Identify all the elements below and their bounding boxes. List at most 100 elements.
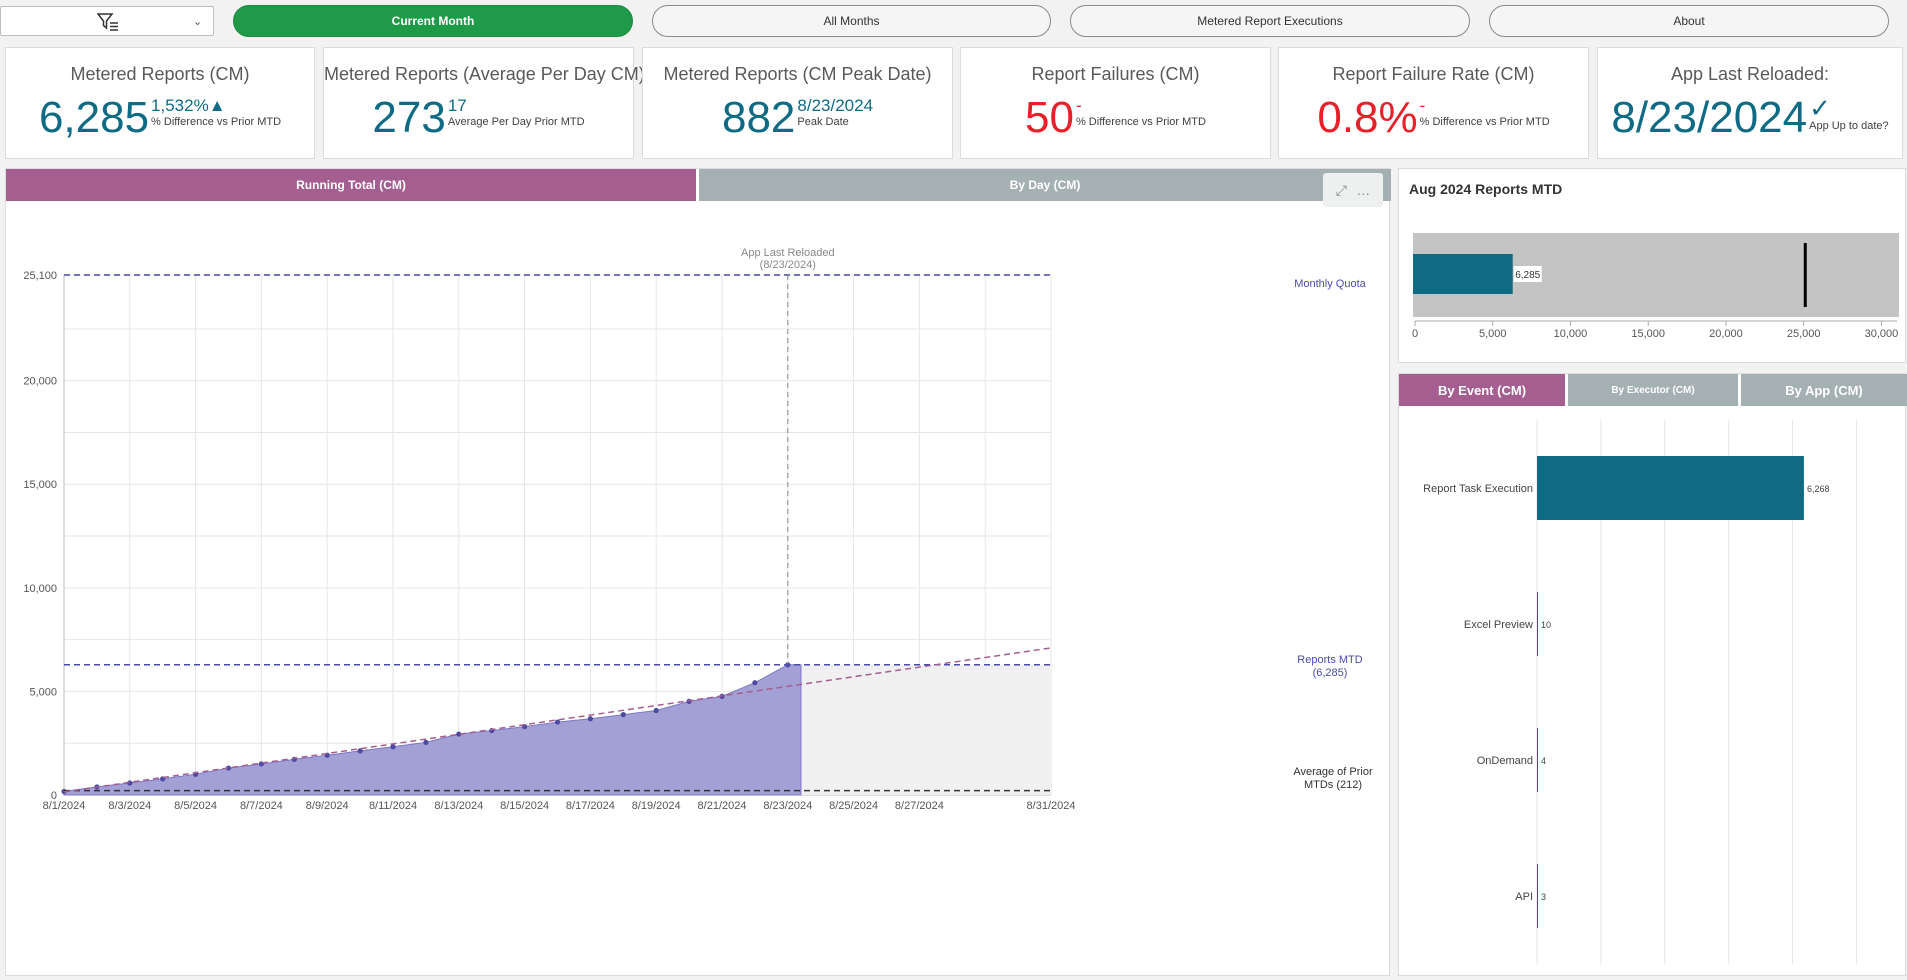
- kpi-title: Metered Reports (CM Peak Date): [663, 64, 932, 84]
- kpi-sub-value: 8/23/2024: [797, 96, 874, 115]
- kpi-caption: % Difference vs Prior MTD: [1419, 116, 1550, 128]
- data-point: [620, 712, 626, 718]
- monthly-quota-label: Monthly Quota: [1294, 278, 1366, 290]
- top-navigation: ⌄ Current Month All Months Metered Repor…: [0, 0, 1907, 44]
- chevron-down-icon: ⌄: [193, 16, 203, 28]
- kpi-sub-value: 17: [447, 96, 467, 115]
- x-tick-label: 8/23/2024: [763, 800, 812, 812]
- y-tick-label: 5,000: [29, 686, 57, 698]
- data-point: [752, 680, 758, 686]
- x-tick-label: 8/5/2024: [174, 800, 217, 812]
- kpi-value: 6,285: [38, 93, 150, 142]
- data-point: [653, 707, 659, 714]
- value-label: 10: [1541, 620, 1551, 630]
- kpi-delta: -: [1075, 96, 1082, 115]
- forecast-region: [800, 664, 1051, 795]
- tab-by-app[interactable]: By App (CM): [1741, 374, 1907, 406]
- about-button[interactable]: About: [1489, 5, 1889, 37]
- bullet-axis-label: 30,000: [1865, 328, 1899, 340]
- event-bar: [1537, 864, 1538, 928]
- by-event-chart[interactable]: Report Task Execution 6,268 Excel Preview 1…: [1399, 408, 1905, 976]
- value-label: 4: [1541, 756, 1546, 766]
- kpi-failure-rate[interactable]: Report Failure Rate (CM) 0.8% - % Differ…: [1278, 47, 1589, 159]
- y-tick-label: 25,100: [23, 270, 57, 282]
- kpi-delta: -: [1419, 96, 1426, 115]
- category-label: OnDemand: [1477, 755, 1533, 767]
- kpi-metered-reports[interactable]: Metered Reports (CM) 6,285 1,532%▲ % Dif…: [5, 47, 315, 159]
- bullet-value-label: 6,285: [1515, 270, 1540, 281]
- filter-dropdown[interactable]: ⌄: [0, 6, 214, 36]
- kpi-caption: % Difference vs Prior MTD: [1075, 116, 1206, 128]
- kpi-caption: Peak Date: [797, 116, 849, 128]
- x-tick-label: 8/31/2024: [1027, 800, 1076, 812]
- tab-by-executor[interactable]: By Executor (CM): [1568, 374, 1738, 406]
- bullet-axis-label: 15,000: [1631, 328, 1665, 340]
- x-tick-label: 8/1/2024: [43, 800, 86, 812]
- x-tick-label: 8/7/2024: [240, 800, 283, 812]
- expand-icon[interactable]: ⤢: [1336, 182, 1347, 199]
- reports-mtd-value-label: (6,285): [1313, 667, 1348, 679]
- current-month-button[interactable]: Current Month: [233, 5, 633, 37]
- running-total-panel: Running Total (CM) By Day (CM) ⤢ … App L…: [5, 168, 1391, 976]
- kpi-delta: 1,532%▲: [151, 96, 226, 115]
- kpi-caption: Average Per Day Prior MTD: [447, 116, 585, 128]
- kpi-title: Report Failures (CM): [1031, 64, 1200, 84]
- prior-average-label: Average of Prior: [1293, 766, 1373, 778]
- value-label: 3: [1541, 892, 1546, 902]
- filter-icon: [96, 12, 119, 37]
- reports-mtd-bullet-chart[interactable]: 6,285 0 5,000 10,000 15,000 20,000 25,000 30,00…: [1399, 203, 1905, 363]
- bullet-axis-label: 20,000: [1709, 328, 1743, 340]
- x-tick-label: 8/17/2024: [566, 800, 615, 812]
- chart-toolbar: ⤢ …: [1323, 173, 1383, 207]
- kpi-title: Metered Reports (CM): [70, 64, 250, 84]
- kpi-average-per-day[interactable]: Metered Reports (Average Per Day CM) 273…: [323, 47, 645, 159]
- kpi-title: Metered Reports (Average Per Day CM): [324, 64, 645, 84]
- x-tick-label: 8/9/2024: [306, 800, 349, 812]
- y-tick-label: 20,000: [23, 376, 57, 388]
- kpi-value: 50: [1025, 93, 1074, 142]
- bullet-axis-label: 25,000: [1787, 328, 1821, 340]
- category-label: API: [1515, 891, 1533, 903]
- check-icon: ✓: [1809, 93, 1831, 123]
- kpi-title: App Last Reloaded:: [1670, 64, 1830, 84]
- bullet-value-bar: [1413, 254, 1513, 294]
- kpi-app-last-reloaded[interactable]: App Last Reloaded: 8/23/2024 ✓ App Up to…: [1597, 47, 1903, 159]
- tab-by-day[interactable]: By Day (CM): [699, 169, 1391, 201]
- data-point: [587, 716, 594, 722]
- category-label: Report Task Execution: [1423, 483, 1533, 495]
- reports-mtd-panel: Aug 2024 Reports MTD 6,285 0 5,000 10,000 15…: [1398, 168, 1906, 363]
- kpi-value: 882: [721, 93, 796, 142]
- reports-mtd-label: Reports MTD: [1297, 654, 1362, 666]
- category-label: Excel Preview: [1464, 619, 1533, 631]
- more-icon[interactable]: …: [1356, 182, 1370, 198]
- bullet-axis-label: 5,000: [1479, 328, 1507, 340]
- kpi-caption: % Difference vs Prior MTD: [151, 116, 282, 128]
- kpi-value: 0.8%: [1317, 93, 1418, 142]
- value-label: 6,268: [1807, 484, 1830, 494]
- x-tick-label: 8/11/2024: [369, 800, 417, 812]
- y-tick-label: 15,000: [23, 479, 57, 491]
- x-tick-label: 8/25/2024: [829, 800, 878, 812]
- kpi-report-failures[interactable]: Report Failures (CM) 50 - % Difference v…: [960, 47, 1271, 159]
- event-bar: [1537, 592, 1538, 656]
- kpi-value: 273: [372, 93, 446, 142]
- tab-by-event[interactable]: By Event (CM): [1399, 374, 1565, 406]
- x-tick-label: 8/19/2024: [632, 800, 681, 812]
- reports-mtd-title: Aug 2024 Reports MTD: [1409, 181, 1563, 197]
- x-tick-label: 8/13/2024: [434, 800, 483, 812]
- kpi-peak-date[interactable]: Metered Reports (CM Peak Date) 882 8/23/…: [642, 47, 953, 159]
- all-months-button[interactable]: All Months: [652, 5, 1051, 37]
- x-tick-label: 8/3/2024: [108, 800, 151, 812]
- y-tick-label: 10,000: [23, 583, 57, 595]
- running-total-chart[interactable]: App Last Reloaded(8/23/2024) Monthly Quot…: [6, 203, 1389, 973]
- event-bar: [1537, 456, 1804, 520]
- reload-marker-label: App Last Reloaded: [741, 247, 835, 259]
- event-bar: [1537, 728, 1538, 792]
- kpi-value: 8/23/2024: [1611, 93, 1808, 142]
- metered-report-executions-button[interactable]: Metered Report Executions: [1070, 5, 1470, 37]
- tab-running-total[interactable]: Running Total (CM): [6, 169, 696, 201]
- kpi-title: Report Failure Rate (CM): [1332, 64, 1535, 84]
- reload-marker-date: (8/23/2024): [760, 259, 816, 271]
- kpi-caption: App Up to date?: [1809, 120, 1889, 132]
- data-point: [423, 739, 429, 745]
